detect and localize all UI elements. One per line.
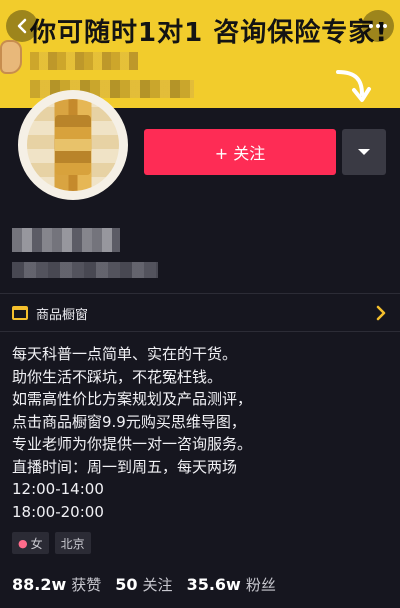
following-stat[interactable]: 50 关注 [115, 574, 172, 595]
more-dot [383, 24, 387, 28]
shop-window-entry[interactable]: 商品橱窗 [0, 298, 400, 328]
following-label: 关注 [142, 576, 173, 594]
banner-blurred-text [30, 52, 138, 70]
bio-line: 如需高性价比方案规划及产品测评， [12, 390, 253, 408]
female-icon: ● [18, 536, 28, 550]
curved-arrow-icon [336, 70, 371, 102]
bio-line: 点击商品橱窗9.9元购买思维导图， [12, 412, 246, 431]
more-dot [376, 24, 380, 28]
caret-down-icon [358, 149, 370, 155]
likes-count: 88.2w [12, 575, 67, 594]
more-dots-icon [369, 24, 373, 28]
chevron-right-icon [376, 305, 386, 321]
bio-line: 专业老师为你提供一对一咨询服务。 [12, 435, 253, 453]
likes-label: 获赞 [71, 576, 102, 594]
likes-stat: 88.2w 获赞 [12, 574, 101, 595]
followers-label: 粉丝 [245, 576, 276, 594]
username-blurred [12, 228, 120, 252]
gender-label: 女 [30, 536, 43, 551]
back-button[interactable] [6, 10, 38, 42]
recommend-dropdown-button[interactable] [342, 129, 386, 175]
bio-line: 助你生活不踩坑，不花冤枉钱。 [12, 367, 223, 386]
profile-stats: 88.2w 获赞 50 关注 35.6w 粉丝 [12, 574, 290, 595]
avatar-logo-blurred [55, 115, 91, 175]
divider [0, 331, 400, 332]
bio-line: 12:00-14:00 [12, 480, 104, 498]
location-label: 北京 [60, 536, 85, 551]
profile-bio: 每天科普一点简单、实在的干货。 助你生活不踩坑，不花冤枉钱。 如需高性价比方案规… [12, 343, 392, 523]
user-id-blurred [12, 262, 158, 278]
shop-window-label: 商品橱窗 [36, 307, 89, 323]
followers-count: 35.6w [186, 575, 241, 594]
bio-line: 每天科普一点简单、实在的干货。 [12, 345, 238, 363]
followers-stat[interactable]: 35.6w 粉丝 [187, 574, 276, 595]
banner-headline: 你可随时1对1 咨询保险专家! [30, 18, 389, 48]
follow-button[interactable]: + 关注 [144, 129, 336, 175]
following-count: 50 [115, 575, 138, 594]
shop-window-icon [12, 306, 28, 320]
location-tag: 北京 [54, 532, 91, 554]
chevron-left-icon [17, 18, 27, 34]
bio-line: 18:00-20:00 [12, 502, 104, 521]
profile-tags: ● 女 北京 [12, 532, 91, 554]
follow-label: + 关注 [214, 144, 266, 163]
bio-line: 直播时间：周一到周五，每天两场 [12, 457, 238, 476]
avatar[interactable] [18, 90, 128, 200]
divider [0, 293, 400, 294]
more-options-button[interactable] [362, 10, 394, 42]
gender-tag: ● 女 [12, 532, 49, 554]
pointing-hand-graphic [0, 40, 22, 74]
